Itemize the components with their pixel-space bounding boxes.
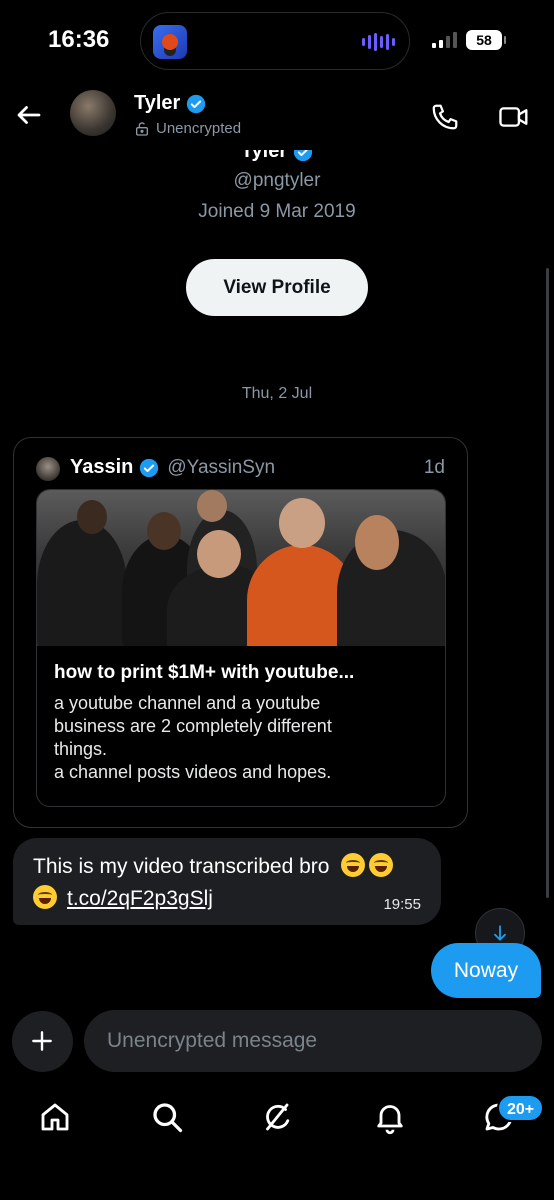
message-text-line: This is my video transcribed bro: [33, 852, 397, 882]
post-author-name: Yassin: [70, 456, 134, 478]
search-icon[interactable]: [149, 1099, 185, 1135]
link-preview-desc-line: a youtube channel and a youtube: [54, 693, 321, 713]
message-text: This is my video transcribed bro: [33, 855, 330, 878]
post-author-handle: @YassinSyn: [167, 456, 276, 478]
bottom-nav: [0, 1085, 554, 1155]
contact-avatar[interactable]: [70, 90, 116, 136]
laughing-emoji-icon: [369, 853, 394, 877]
message-link-line: t.co/2qF2p3gSlj: [33, 884, 213, 914]
encryption-status: Unencrypted: [134, 120, 241, 137]
grok-icon[interactable]: [260, 1099, 296, 1135]
message-input[interactable]: [84, 1010, 542, 1072]
incoming-message-bubble[interactable]: This is my video transcribed bro t.co/2q…: [13, 838, 441, 925]
battery-icon: 58: [466, 30, 506, 50]
notifications-bell-icon[interactable]: [372, 1099, 408, 1135]
chat-header: Tyler Unencrypted: [0, 80, 554, 150]
post-author: Yassin @YassinSyn: [70, 456, 275, 479]
home-icon[interactable]: [37, 1099, 73, 1135]
add-attachment-button[interactable]: [12, 1011, 73, 1072]
view-profile-button[interactable]: View Profile: [186, 259, 368, 316]
unlocked-icon: [136, 121, 148, 136]
link-preview-card[interactable]: how to print $1M+ with youtube... a yout…: [36, 489, 446, 807]
outgoing-message-bubble[interactable]: Noway: [431, 943, 541, 998]
profile-joined: Joined 9 Mar 2019: [198, 201, 356, 222]
profile-handle: @pngtyler: [233, 170, 321, 191]
link-preview-image: [37, 490, 445, 646]
laughing-emoji-icon: [341, 853, 366, 877]
link-preview-desc-line: business are 2 completely different: [54, 716, 332, 736]
message-link[interactable]: t.co/2qF2p3gSlj: [67, 887, 213, 910]
link-preview-title: how to print $1M+ with youtube...: [54, 662, 355, 683]
shared-post-card[interactable]: Yassin @YassinSyn 1d how to print $1M+ w…: [13, 437, 468, 828]
laughing-emoji-icon: [33, 885, 57, 909]
post-author-avatar: [36, 457, 60, 481]
now-playing-app-icon: [153, 25, 187, 59]
audio-wave-icon: [362, 33, 395, 51]
phone-icon[interactable]: [430, 102, 460, 132]
link-preview-desc-line: things.: [54, 739, 108, 759]
contact-name-text: Tyler: [134, 92, 181, 114]
messages-badge: 20+: [497, 1094, 545, 1122]
back-arrow-icon[interactable]: [14, 100, 44, 130]
video-call-icon[interactable]: [498, 102, 530, 132]
verified-badge-icon: [187, 94, 206, 113]
link-preview-description: a youtube channel and a youtube business…: [54, 692, 434, 784]
dynamic-island: [140, 12, 410, 70]
signal-icon: [432, 32, 457, 48]
message-time: 19:55: [383, 896, 421, 913]
scrollbar[interactable]: [546, 268, 549, 898]
arrow-down-icon: [494, 925, 506, 941]
contact-name[interactable]: Tyler: [134, 92, 206, 115]
post-time: 1d: [423, 457, 445, 478]
date-separator: Thu, 2 Jul: [241, 385, 313, 402]
link-preview-desc-line: a channel posts videos and hopes.: [54, 762, 332, 782]
status-time: 16:36: [48, 26, 110, 53]
verified-badge-icon: [140, 458, 159, 477]
plus-icon: [32, 1031, 52, 1051]
encryption-status-text: Unencrypted: [156, 120, 242, 137]
